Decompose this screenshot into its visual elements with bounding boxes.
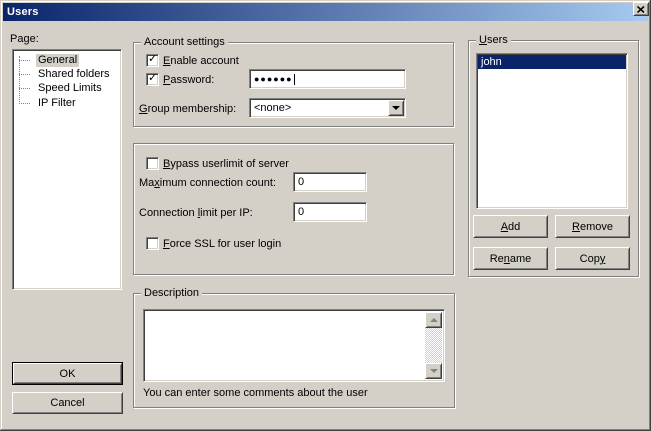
list-item-user[interactable]: john — [478, 55, 626, 69]
rename-button[interactable]: Rename — [473, 247, 548, 270]
force-ssl-checkbox[interactable]: ✓ — [146, 237, 159, 250]
description-group-title: Description — [141, 287, 202, 300]
group-membership-select[interactable]: <none> — [249, 98, 406, 118]
group-membership-label: Group membership: — [139, 103, 236, 116]
window-title: Users — [7, 6, 39, 18]
check-icon: ✓ — [148, 72, 157, 85]
tree-item-general[interactable]: General — [13, 53, 121, 67]
page-label: Page: — [10, 33, 39, 46]
page-tree[interactable]: General Shared folders Speed Limits IP F… — [12, 49, 122, 290]
max-connection-count-label: Maximum connection count: — [139, 177, 276, 190]
arrow-up-icon — [430, 318, 438, 322]
enable-account-label: Enable account — [163, 55, 239, 68]
text-caret — [294, 74, 295, 85]
description-scrollbar[interactable] — [425, 312, 442, 379]
bypass-userlimit-checkbox[interactable]: ✓ — [146, 157, 159, 170]
tree-item-speed-limits[interactable]: Speed Limits — [13, 81, 121, 95]
copy-button[interactable]: Copy — [555, 247, 630, 270]
tree-item-shared-folders[interactable]: Shared folders — [13, 67, 121, 81]
cancel-button[interactable]: Cancel — [12, 392, 123, 414]
description-hint: You can enter some comments about the us… — [143, 387, 368, 399]
close-button[interactable] — [633, 2, 649, 16]
check-icon: ✓ — [148, 53, 157, 66]
close-icon — [637, 6, 645, 13]
enable-account-checkbox[interactable]: ✓ — [146, 54, 159, 67]
combo-dropdown-button[interactable] — [388, 100, 404, 116]
users-group-title: Users — [476, 34, 511, 47]
users-listbox[interactable]: john — [476, 53, 628, 209]
force-ssl-label: Force SSL for user login — [163, 238, 281, 251]
max-connection-count-field[interactable]: 0 — [293, 172, 367, 192]
password-checkbox[interactable]: ✓ — [146, 73, 159, 86]
add-button[interactable]: Add — [473, 215, 548, 238]
ok-button-ring: OK — [12, 362, 123, 385]
connection-limit-per-ip-label: Connection limit per IP: — [139, 207, 253, 220]
chevron-down-icon — [392, 106, 400, 110]
password-label: Password: — [163, 74, 214, 87]
users-dialog: Users Page: General Shared folders Speed… — [0, 0, 651, 431]
tree-item-ip-filter[interactable]: IP Filter — [13, 96, 121, 110]
arrow-down-icon — [430, 369, 438, 373]
ok-button[interactable]: OK — [13, 363, 122, 384]
bypass-userlimit-label: Bypass userlimit of server — [163, 158, 289, 171]
account-settings-group-title: Account settings — [141, 36, 228, 49]
users-group: Users john Add Remove Rename Copy — [468, 40, 639, 277]
scroll-down-button[interactable] — [425, 363, 442, 379]
scroll-up-button[interactable] — [425, 312, 442, 328]
connection-limit-per-ip-field[interactable]: 0 — [293, 202, 367, 222]
title-bar[interactable]: Users — [3, 3, 648, 21]
description-group: Description You can enter some comments … — [133, 293, 455, 408]
description-textarea[interactable] — [143, 309, 445, 382]
password-field[interactable]: ●●●●●● — [249, 69, 406, 89]
remove-button[interactable]: Remove — [555, 215, 630, 238]
